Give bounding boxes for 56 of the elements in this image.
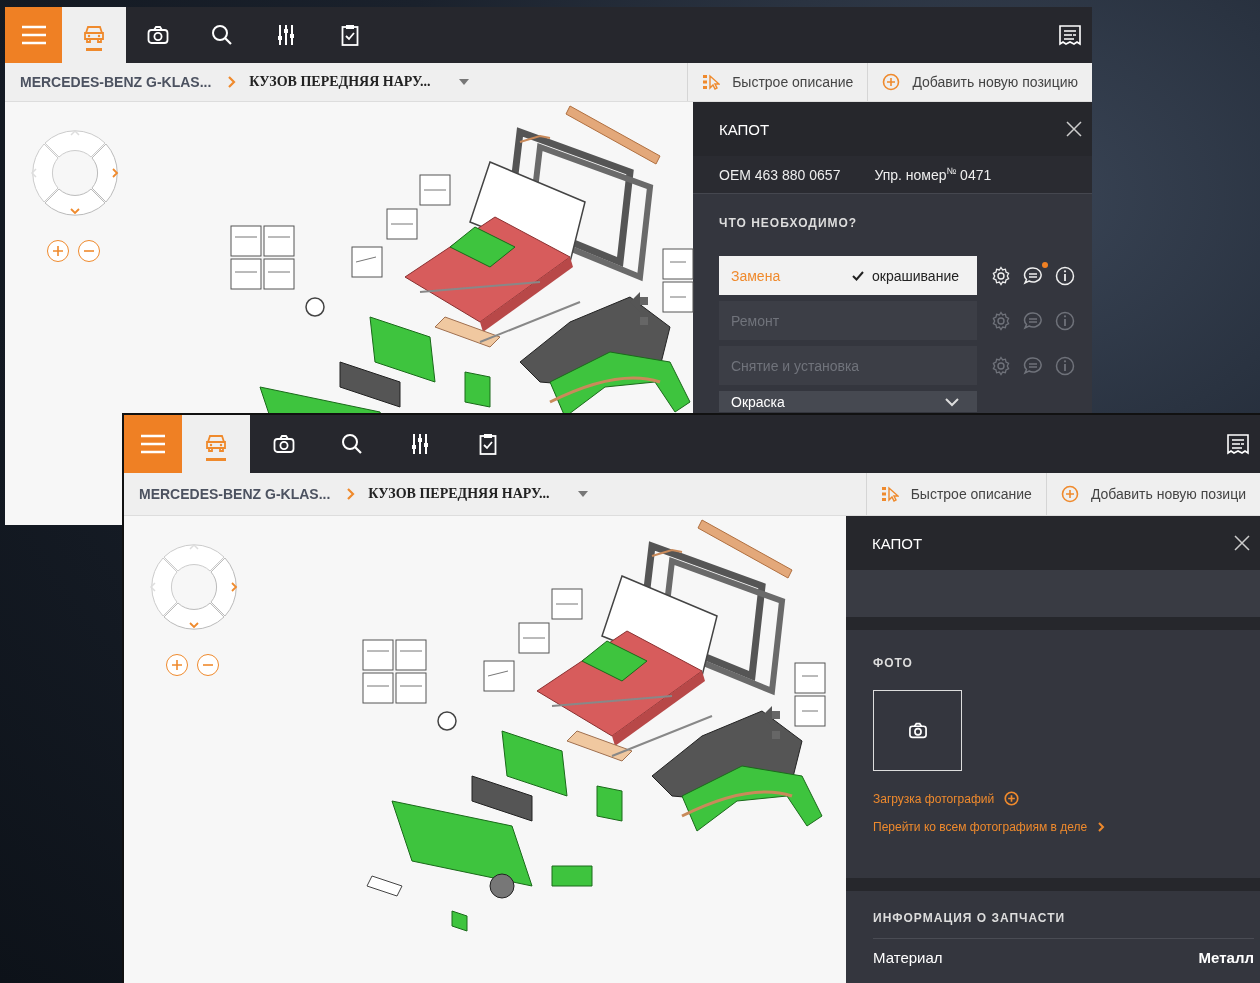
paint-dropdown[interactable]: Окраска	[719, 391, 977, 412]
dropdown-caret-icon[interactable]	[458, 78, 471, 86]
chevron-right-icon	[1097, 822, 1106, 832]
clipboard-check-icon	[341, 24, 359, 46]
sliders-icon	[276, 24, 296, 46]
list-cursor-icon	[880, 486, 899, 502]
close-icon[interactable]	[1234, 535, 1250, 551]
plus-circle-icon	[1004, 791, 1020, 806]
quick-description-button[interactable]: Быстрое описание	[865, 473, 1046, 515]
chevron-down-icon	[945, 398, 959, 407]
receipt-icon[interactable]	[1058, 24, 1082, 46]
menu-icon	[140, 434, 166, 454]
part-title: КАПОТ	[872, 534, 923, 552]
property-label: Материал	[873, 949, 943, 966]
section-heading: ФОТО	[873, 656, 913, 670]
menu-button[interactable]	[5, 7, 62, 63]
section-heading: ИНФОРМАЦИЯ О ЗАПЧАСТИ	[873, 911, 1254, 939]
all-photos-link[interactable]: Перейти ко всем фотографиям в деле	[873, 820, 1106, 834]
sliders-icon	[410, 433, 430, 455]
close-icon[interactable]	[1066, 121, 1082, 137]
reference-number: Упр. номер$^{№}$ 0471	[874, 166, 992, 183]
photo-upload-box[interactable]	[873, 690, 962, 771]
dropdown-caret-icon[interactable]	[577, 490, 590, 498]
menu-icon	[20, 25, 47, 45]
add-position-button[interactable]: Добавить новую позицию	[867, 63, 1092, 101]
operation-option[interactable]: Замена окрашивание	[719, 256, 977, 295]
section-heading: ЧТО НЕОБХОДИМО?	[719, 216, 859, 230]
list-cursor-icon	[702, 74, 721, 90]
plus-circle-icon	[882, 73, 901, 91]
receipt-icon[interactable]	[1226, 433, 1250, 455]
vehicle-breadcrumb[interactable]: MERCEDES-BENZ G-KLAS...	[139, 486, 331, 502]
plus-circle-icon	[1060, 485, 1079, 503]
quick-description-button[interactable]: Быстрое описание	[687, 63, 868, 101]
plus-icon	[52, 245, 64, 257]
camera-icon	[147, 25, 169, 45]
car-icon	[82, 23, 106, 44]
camera-icon	[273, 434, 295, 454]
property-value: Металл	[1198, 949, 1254, 966]
upload-photos-link[interactable]: Загрузка фотографий	[873, 791, 1020, 806]
part-title: КАПОТ	[719, 120, 770, 138]
oem-number: OEM 463 880 0657	[719, 166, 841, 183]
section-breadcrumb[interactable]: КУЗОВ ПЕРЕДНЯЯ НАРУ...	[249, 74, 431, 90]
comment-icon[interactable]	[1023, 265, 1043, 286]
camera-icon	[907, 722, 928, 739]
chevron-right-icon	[227, 75, 238, 89]
plus-icon	[171, 659, 183, 671]
clipboard-check-icon	[479, 433, 497, 455]
car-icon	[204, 432, 228, 453]
section-breadcrumb[interactable]: КУЗОВ ПЕРЕДНЯЯ НАРУ...	[368, 486, 550, 502]
check-icon	[852, 270, 865, 281]
search-icon	[341, 433, 363, 455]
search-icon	[211, 24, 233, 46]
chevron-right-icon	[346, 487, 357, 501]
menu-button[interactable]	[124, 415, 182, 473]
vehicle-breadcrumb[interactable]: MERCEDES-BENZ G-KLAS...	[20, 74, 212, 90]
add-position-button[interactable]: Добавить новую позици	[1045, 473, 1260, 515]
